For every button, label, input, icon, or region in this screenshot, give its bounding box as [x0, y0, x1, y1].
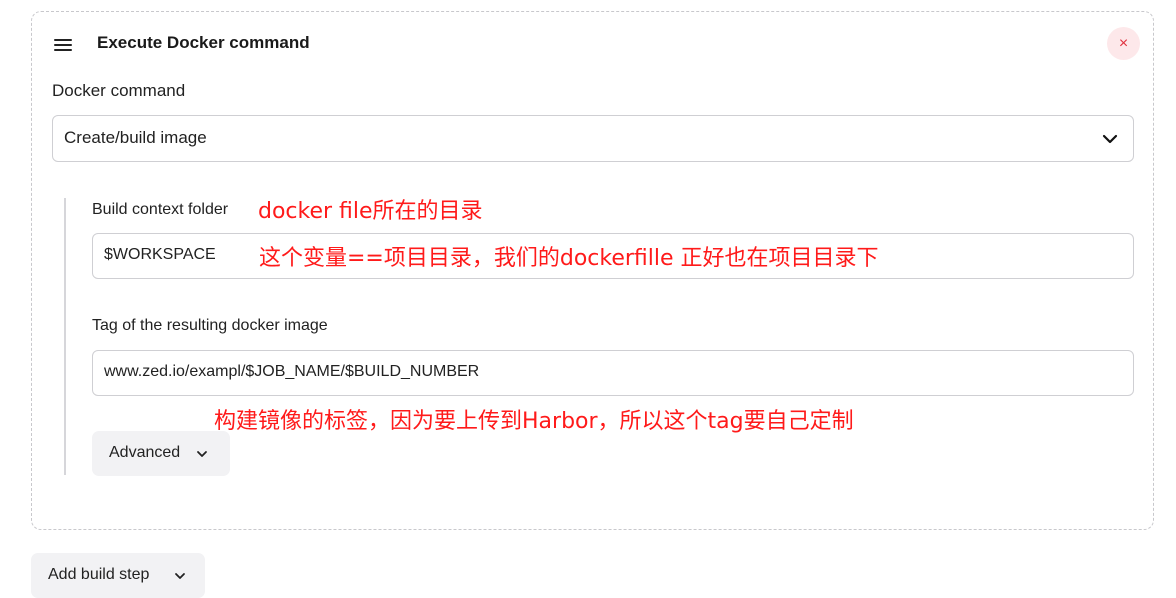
image-tag-label: Tag of the resulting docker image	[92, 317, 328, 334]
advanced-button[interactable]: Advanced	[92, 431, 230, 476]
tag-annotation: 构建镜像的标签，因为要上传到Harbor，所以这个tag要自己定制	[214, 409, 854, 434]
docker-command-select[interactable]: Create/build image	[52, 115, 1134, 162]
docker-command-label: Docker command	[52, 81, 186, 100]
build-context-label: Build context folder	[92, 201, 229, 218]
step-title: Execute Docker command	[97, 33, 310, 52]
add-build-step-button[interactable]: Add build step	[31, 553, 205, 598]
image-tag-input[interactable]: www.zed.io/exampl/$JOB_NAME/$BUILD_NUMBE…	[92, 350, 1134, 396]
build-context-value: $WORKSPACE	[104, 246, 216, 263]
docker-command-selected: Create/build image	[64, 128, 207, 147]
drag-handle-icon[interactable]	[54, 39, 72, 51]
advanced-label: Advanced	[109, 444, 181, 461]
add-build-step-label: Add build step	[48, 566, 150, 583]
close-icon[interactable]: ×	[1107, 27, 1140, 60]
chevron-down-icon	[1102, 134, 1118, 144]
image-tag-value: www.zed.io/exampl/$JOB_NAME/$BUILD_NUMBE…	[104, 363, 480, 380]
chevron-down-icon	[175, 573, 185, 579]
chevron-down-icon	[197, 451, 207, 457]
workspace-annotation: 这个变量==项目目录，我们的dockerfille 正好也在项目目录下	[259, 246, 879, 271]
context-folder-annotation: docker file所在的目录	[258, 199, 483, 224]
nested-section-bar	[64, 198, 66, 475]
